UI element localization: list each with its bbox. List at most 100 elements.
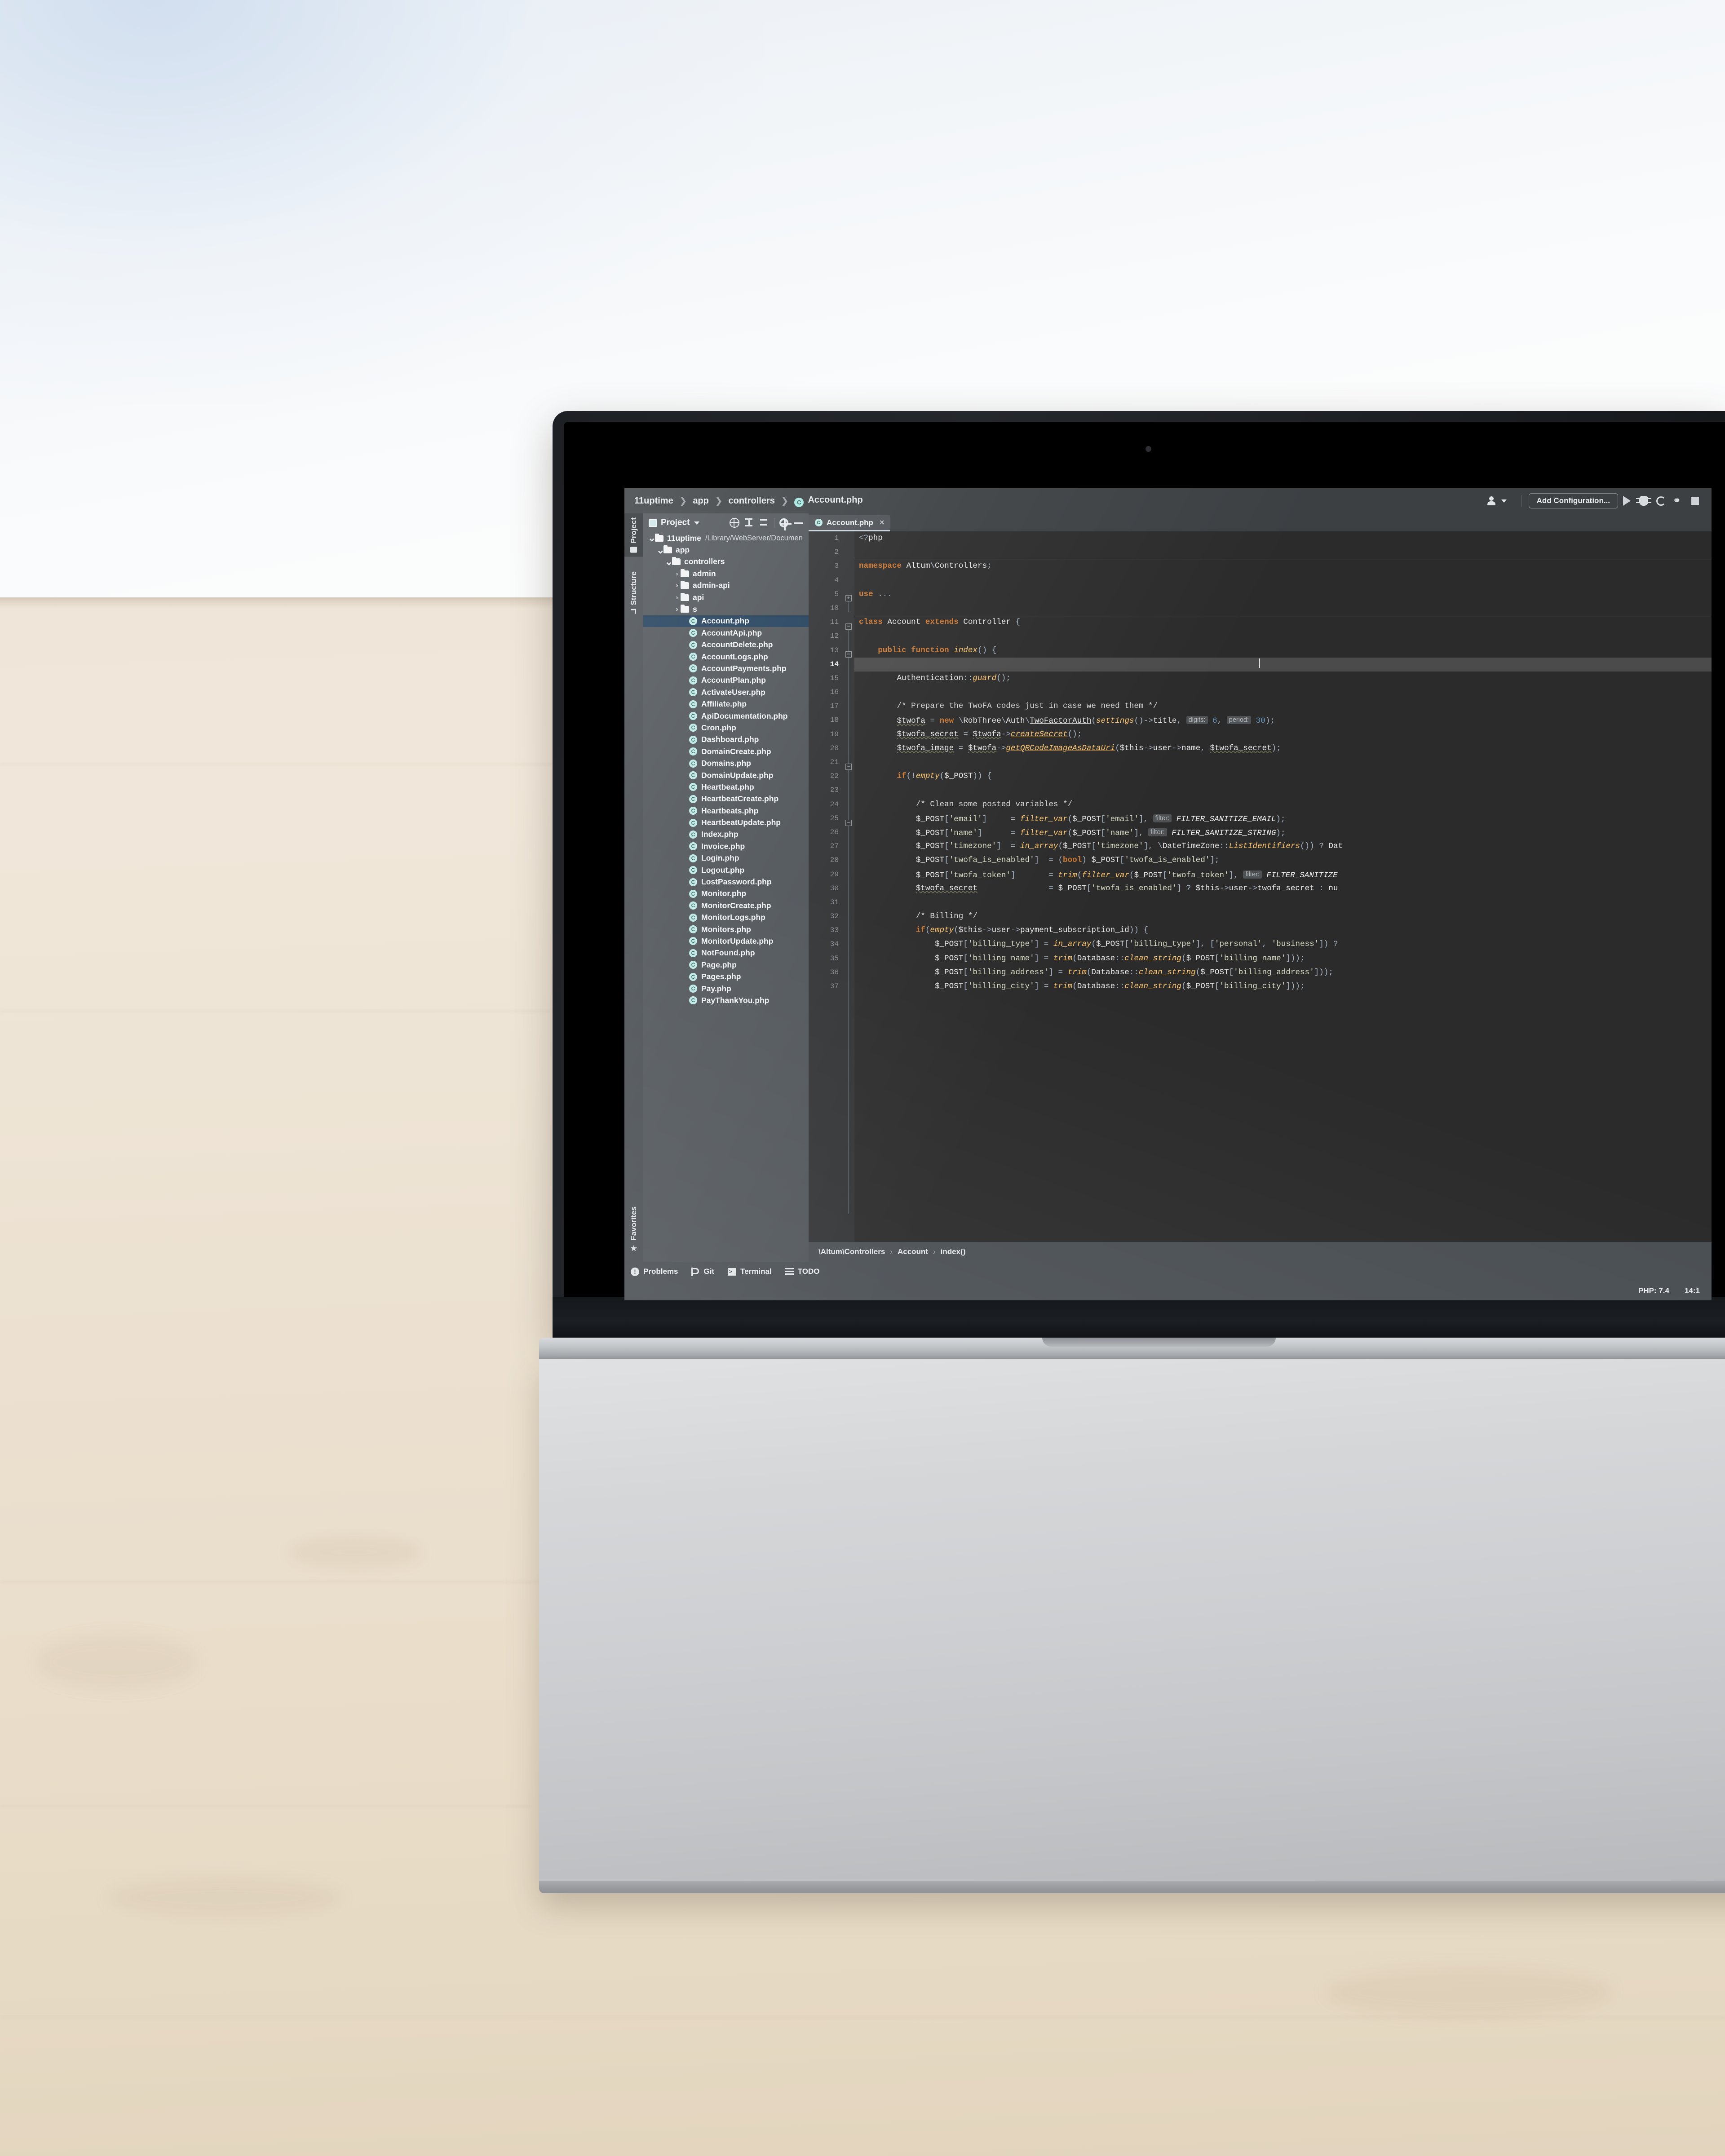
profile-button[interactable]: ⚭ bbox=[1669, 492, 1686, 509]
code-line[interactable]: public function index() { bbox=[854, 644, 1712, 658]
project-file-tree[interactable]: ⌄ 11uptime/Library/WebServer/Documen ⌄ app ⌄… bbox=[643, 532, 809, 1262]
code-line[interactable] bbox=[854, 783, 1712, 797]
code-line[interactable]: namespace Altum\Controllers; bbox=[854, 559, 1712, 573]
chevron-down-icon[interactable] bbox=[1501, 499, 1507, 503]
tree-item[interactable]: C Heartbeats.php bbox=[643, 805, 809, 817]
locate-icon[interactable] bbox=[730, 518, 739, 528]
code-line[interactable]: $twofa_secret = $_POST['twofa_is_enabled… bbox=[854, 882, 1712, 896]
chevron-down-icon[interactable]: ⌄ bbox=[665, 557, 673, 566]
tool-button-todo[interactable]: TODO bbox=[785, 1267, 820, 1276]
tree-item[interactable]: C Heartbeat.php bbox=[643, 781, 809, 793]
tree-item[interactable]: C AccountLogs.php bbox=[643, 651, 809, 663]
tree-item[interactable]: C Page.php bbox=[643, 959, 809, 971]
code-line[interactable]: use ... bbox=[854, 588, 1712, 601]
tool-button-git[interactable]: Git bbox=[691, 1267, 714, 1276]
fold-collapse-icon[interactable]: − bbox=[845, 764, 852, 770]
code-line[interactable]: $twofa = new \RobThree\Auth\TwoFactorAut… bbox=[854, 713, 1712, 727]
tree-item[interactable]: C Cron.php bbox=[643, 722, 809, 733]
add-configuration-button[interactable]: Add Configuration... bbox=[1528, 493, 1618, 508]
tree-item[interactable]: C MonitorLogs.php bbox=[643, 912, 809, 923]
tree-item[interactable]: C Dashboard.php bbox=[643, 734, 809, 746]
close-icon[interactable]: × bbox=[880, 518, 885, 527]
chevron-right-icon[interactable]: › bbox=[673, 582, 681, 589]
breadcrumb-item-controllers[interactable]: controllers bbox=[728, 496, 774, 506]
tree-item[interactable]: C PayThankYou.php bbox=[643, 994, 809, 1006]
tree-item[interactable]: C MonitorCreate.php bbox=[643, 900, 809, 911]
source-code[interactable]: <?php namespace Altum\Controllers; use .… bbox=[854, 531, 1712, 1242]
code-line[interactable]: /* Prepare the TwoFA codes just in case … bbox=[854, 699, 1712, 713]
chevron-down-icon[interactable]: ⌄ bbox=[656, 545, 664, 555]
collapse-all-icon[interactable] bbox=[744, 518, 754, 528]
code-line[interactable]: $_POST['email'] = filter_var($_POST['ema… bbox=[854, 812, 1712, 826]
expand-all-icon[interactable] bbox=[759, 518, 769, 528]
tree-item[interactable]: › admin bbox=[643, 568, 809, 579]
tree-item[interactable]: C DomainCreate.php bbox=[643, 746, 809, 757]
breadcrumb-namespace[interactable]: \Altum\Controllers bbox=[818, 1247, 885, 1256]
code-line[interactable]: $_POST['billing_type'] = in_array($_POST… bbox=[854, 937, 1712, 951]
sidebar-item-structure[interactable]: Structure bbox=[624, 567, 643, 618]
sidebar-item-favorites[interactable]: ★ Favorites bbox=[624, 1202, 643, 1257]
tree-item[interactable]: › admin-api bbox=[643, 580, 809, 592]
tree-item[interactable]: C MonitorUpdate.php bbox=[643, 935, 809, 947]
code-line[interactable]: <?php bbox=[854, 531, 1712, 545]
code-line[interactable]: $_POST['timezone'] = in_array($_POST['ti… bbox=[854, 839, 1712, 853]
code-line[interactable] bbox=[854, 657, 1712, 672]
code-line[interactable] bbox=[854, 685, 1712, 699]
breadcrumb-item-project[interactable]: 11uptime bbox=[634, 496, 673, 506]
tree-item[interactable]: C AccountPlan.php bbox=[643, 675, 809, 686]
tree-item[interactable]: › api bbox=[643, 592, 809, 603]
tree-item[interactable]: C ApiDocumentation.php bbox=[643, 710, 809, 722]
tree-item[interactable]: C DomainUpdate.php bbox=[643, 769, 809, 781]
code-line[interactable]: $_POST['twofa_token'] = trim(filter_var(… bbox=[854, 868, 1712, 882]
coverage-button[interactable] bbox=[1652, 492, 1669, 509]
code-line[interactable] bbox=[854, 545, 1712, 559]
code-line[interactable]: $_POST['billing_city'] = trim(Database::… bbox=[854, 980, 1712, 994]
tree-item[interactable]: C Monitor.php bbox=[643, 888, 809, 900]
breadcrumb-item-app[interactable]: app bbox=[693, 496, 709, 506]
tree-item[interactable]: C Login.php bbox=[643, 853, 809, 864]
tree-item[interactable]: C AccountDelete.php bbox=[643, 639, 809, 651]
chevron-down-icon[interactable]: ⌄ bbox=[648, 533, 656, 543]
user-icon[interactable] bbox=[1487, 496, 1499, 505]
tool-button-terminal[interactable]: >_ Terminal bbox=[728, 1267, 772, 1276]
tree-item[interactable]: ⌄ 11uptime/Library/WebServer/Documen bbox=[643, 532, 809, 544]
code-line[interactable]: $_POST['twofa_is_enabled'] = (bool) $_PO… bbox=[854, 853, 1712, 867]
tree-item[interactable]: C ActivateUser.php bbox=[643, 686, 809, 698]
tree-item[interactable]: C LostPassword.php bbox=[643, 876, 809, 888]
code-line[interactable]: class Account extends Controller { bbox=[854, 615, 1712, 629]
code-line[interactable]: if(empty($this->user->payment_subscripti… bbox=[854, 923, 1712, 937]
fold-collapse-icon[interactable]: − bbox=[845, 651, 852, 658]
fold-collapse-icon[interactable]: − bbox=[845, 623, 852, 630]
chevron-right-icon[interactable]: › bbox=[673, 594, 681, 601]
code-line[interactable]: $_POST['billing_name'] = trim(Database::… bbox=[854, 952, 1712, 966]
code-folding-column[interactable]: + − − − − bbox=[843, 531, 854, 1242]
tree-item[interactable]: › s bbox=[643, 603, 809, 615]
hide-icon[interactable] bbox=[793, 518, 803, 528]
run-button[interactable] bbox=[1618, 492, 1635, 509]
tree-item[interactable]: ⌄ app bbox=[643, 544, 809, 556]
tree-item[interactable]: C HeartbeatCreate.php bbox=[643, 793, 809, 805]
chevron-down-icon[interactable] bbox=[694, 521, 700, 525]
stop-button[interactable] bbox=[1686, 492, 1703, 509]
tree-item[interactable]: C HeartbeatUpdate.php bbox=[643, 817, 809, 828]
tab-account-php[interactable]: C Account.php × bbox=[809, 515, 890, 531]
code-line[interactable] bbox=[854, 896, 1712, 910]
sidebar-item-project[interactable]: Project bbox=[624, 513, 643, 557]
tree-item-selected[interactable]: C Account.php bbox=[643, 615, 809, 627]
chevron-right-icon[interactable]: › bbox=[673, 570, 681, 578]
code-line[interactable]: $twofa_secret = $twofa->createSecret(); bbox=[854, 728, 1712, 742]
code-line[interactable]: $twofa_image = $twofa->getQRCodeImageAsD… bbox=[854, 742, 1712, 755]
tree-item[interactable]: C Monitors.php bbox=[643, 923, 809, 935]
tree-item[interactable]: C Index.php bbox=[643, 829, 809, 840]
settings-icon[interactable] bbox=[779, 518, 792, 530]
code-line[interactable] bbox=[854, 755, 1712, 769]
code-line[interactable]: Authentication::guard(); bbox=[854, 672, 1712, 685]
code-line[interactable]: if(!empty($_POST)) { bbox=[854, 769, 1712, 783]
tree-item[interactable]: C AccountApi.php bbox=[643, 627, 809, 639]
breadcrumb-item-file[interactable]: C Account.php bbox=[794, 495, 863, 507]
fold-collapse-icon[interactable]: − bbox=[845, 820, 852, 826]
code-line[interactable]: /* Clean some posted variables */ bbox=[854, 798, 1712, 812]
code-line[interactable]: /* Billing */ bbox=[854, 910, 1712, 923]
tree-item[interactable]: C Invoice.php bbox=[643, 840, 809, 852]
tree-item[interactable]: C Logout.php bbox=[643, 864, 809, 876]
